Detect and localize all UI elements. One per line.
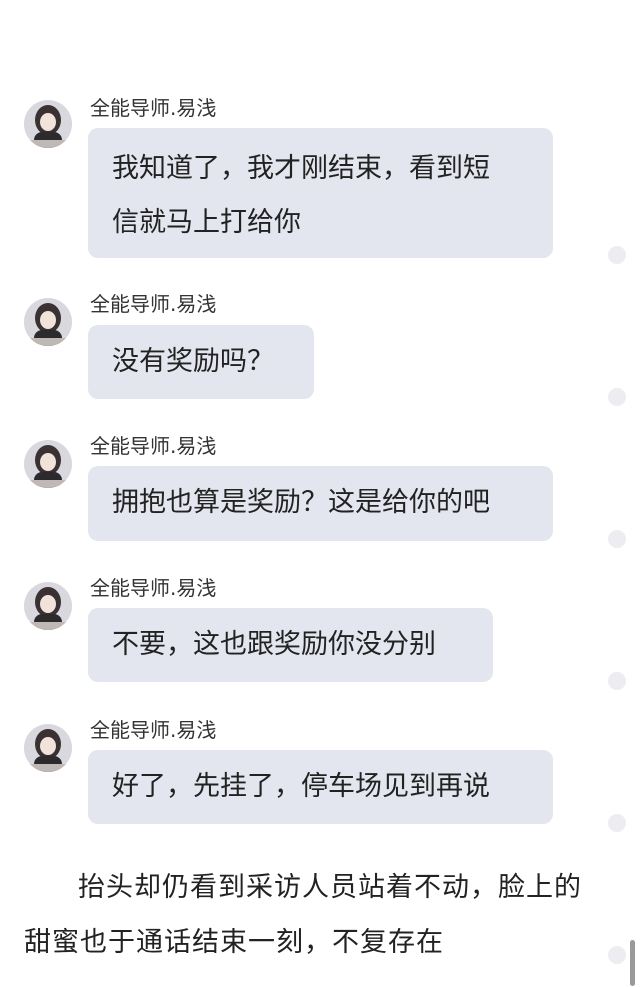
message-line: 拥抱也算是奖励？这是给你的吧 — [112, 487, 490, 518]
avatar-icon — [24, 582, 72, 630]
dot-icon — [608, 946, 626, 964]
dot-icon — [608, 246, 626, 264]
dot-icon — [608, 814, 626, 832]
avatar[interactable] — [24, 298, 72, 346]
message-line: 好了，先挂了，停车场见到再说 — [112, 771, 490, 802]
sender-name: 全能导师.易浅 — [90, 718, 217, 742]
dot-icon — [608, 530, 626, 548]
avatar-icon — [24, 440, 72, 488]
message-line: 没有奖励吗？ — [112, 346, 274, 377]
message-bubble[interactable]: 拥抱也算是奖励？这是给你的吧 — [88, 466, 553, 541]
sender-name: 全能导师.易浅 — [90, 576, 217, 600]
dot-icon — [608, 672, 626, 690]
sender-name: 全能导师.易浅 — [90, 292, 217, 316]
message-line: 不要，这也跟奖励你没分别 — [112, 629, 436, 660]
message-bubble[interactable]: 不要，这也跟奖励你没分别 — [88, 608, 493, 682]
message-line: 信就马上打给你 — [112, 207, 301, 238]
avatar[interactable] — [24, 440, 72, 488]
avatar[interactable] — [24, 100, 72, 148]
avatar[interactable] — [24, 582, 72, 630]
narration-paragraph: 抬头却仍看到采访人员站着不动，脸上的甜蜜也于通话结束一刻，不复存在 — [24, 872, 582, 958]
message-bubble[interactable]: 我知道了，我才刚结束，看到短 信就马上打给你 — [88, 128, 553, 258]
avatar-icon — [24, 724, 72, 772]
avatar-icon — [24, 100, 72, 148]
sender-name: 全能导师.易浅 — [90, 96, 217, 120]
dot-icon — [608, 388, 626, 406]
scrollbar[interactable] — [630, 940, 635, 986]
avatar-icon — [24, 298, 72, 346]
message-bubble[interactable]: 没有奖励吗？ — [88, 325, 314, 399]
sender-name: 全能导师.易浅 — [90, 434, 217, 458]
avatar[interactable] — [24, 724, 72, 772]
message-bubble[interactable]: 好了，先挂了，停车场见到再说 — [88, 750, 553, 824]
message-line: 我知道了，我才刚结束，看到短 — [112, 153, 490, 184]
